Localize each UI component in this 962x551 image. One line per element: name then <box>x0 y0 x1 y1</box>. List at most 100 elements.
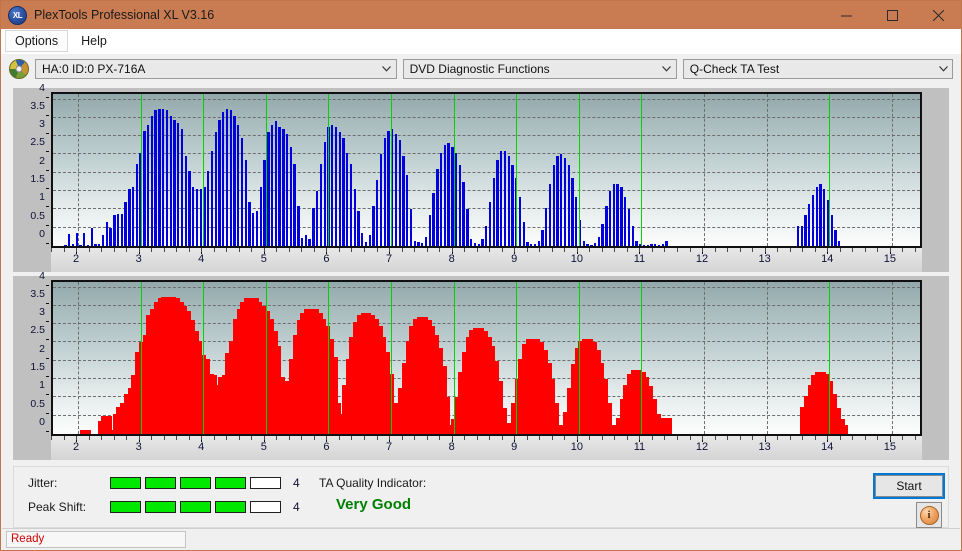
y-axis-tick <box>46 284 49 286</box>
chart-bar <box>316 191 319 246</box>
test-select-value: Q-Check TA Test <box>689 62 780 76</box>
chart-bar <box>462 181 465 246</box>
x-axis-minor-tick <box>676 248 678 252</box>
maximize-icon[interactable] <box>869 1 915 29</box>
x-axis-tick-label: 11 <box>633 441 646 453</box>
x-axis-minor-tick <box>752 248 754 252</box>
x-axis-tick-label: 7 <box>385 253 393 265</box>
chart-bar <box>90 227 93 246</box>
chart-bar <box>146 125 150 246</box>
x-axis-minor-tick <box>526 436 528 440</box>
y-axis-tick-label: 2.5 <box>30 136 45 149</box>
chart-bar <box>586 244 589 246</box>
chart-bar <box>804 214 807 246</box>
peak-shift-value: 4 <box>293 500 300 514</box>
y-axis-tick <box>46 96 49 98</box>
chart-bar <box>255 211 259 246</box>
drive-select[interactable]: HA:0 ID:0 PX-716A <box>35 59 397 79</box>
y-axis-tick-label: 2 <box>39 342 45 355</box>
chart-bar <box>808 203 811 246</box>
title-bar: XL PlexTools Professional XL V3.16 <box>1 1 961 29</box>
x-axis-minor-tick <box>651 436 653 440</box>
chart-bar <box>432 192 435 246</box>
jitter-chart-plot-wrap: 0 0.5 1 1.5 2 2.5 3 3.5 4 <box>13 82 949 248</box>
chart-bar <box>556 156 559 246</box>
sector-marker <box>641 282 643 434</box>
peak-shift-chart-panel: 0 0.5 1 1.5 2 2.5 3 3.5 4 2 3 4 5 6 7 8 9 10 11 12 13 14 15 <box>13 270 949 460</box>
x-axis-minor-tick <box>176 436 178 440</box>
x-axis-minor-tick <box>276 436 278 440</box>
chart-bar <box>75 233 78 246</box>
start-button[interactable]: Start <box>875 475 943 497</box>
status-text: Ready <box>11 533 45 545</box>
meter-segment <box>110 477 141 489</box>
sector-marker <box>453 282 455 434</box>
function-select[interactable]: DVD Diagnostic Functions <box>402 59 677 79</box>
chart-bar <box>650 244 653 246</box>
y-axis-tick-label: 2.5 <box>30 324 45 337</box>
x-axis-minor-tick <box>526 248 528 252</box>
sector-marker <box>578 282 580 434</box>
chart-bar <box>244 159 247 246</box>
peak-shift-chart-plot-wrap: 0 0.5 1 1.5 2 2.5 3 3.5 4 <box>13 270 949 436</box>
jitter-label: Jitter: <box>28 476 58 490</box>
gridline-vertical <box>78 94 80 246</box>
chart-bar <box>597 236 601 246</box>
toolbar: HA:0 ID:0 PX-716A DVD Diagnostic Functio… <box>1 54 961 84</box>
chart-bar <box>488 202 492 246</box>
x-axis-minor-tick <box>389 436 391 440</box>
function-select-value: DVD Diagnostic Functions <box>409 62 550 76</box>
sector-marker <box>641 94 643 246</box>
chart-bar <box>522 222 525 246</box>
x-axis-tick-label: 2 <box>72 253 80 265</box>
chart-bar <box>436 169 439 246</box>
x-axis-tick-label: 9 <box>511 441 518 453</box>
sector-marker <box>328 94 330 246</box>
menu-help[interactable]: Help <box>72 31 116 51</box>
x-axis-tick-label: 4 <box>198 441 205 453</box>
jitter-chart-panel: 0 0.5 1 1.5 2 2.5 3 3.5 4 2 3 4 5 6 7 8 9 10 11 12 13 14 15 <box>13 82 949 272</box>
chart-bar <box>548 183 552 246</box>
ta-quality-label: TA Quality Indicator: <box>319 476 427 490</box>
x-axis-tick-label: 12 <box>695 253 709 265</box>
chart-bar <box>372 205 375 246</box>
x-axis-minor-tick <box>88 436 90 440</box>
y-axis-tick <box>46 114 49 116</box>
chart-bar <box>623 196 627 246</box>
gridline-vertical <box>766 282 768 434</box>
x-axis-minor-tick <box>902 436 904 440</box>
window-controls <box>823 1 961 29</box>
menu-options[interactable]: Options <box>5 30 69 52</box>
meter-segment <box>180 477 211 489</box>
x-axis-minor-tick <box>351 436 353 440</box>
y-axis-tick-label: 0.5 <box>30 397 45 410</box>
chart-bar <box>225 108 229 246</box>
chart-bar <box>661 417 672 434</box>
y-axis-tick-label: 0 <box>39 228 45 240</box>
x-axis-minor-tick <box>852 248 854 252</box>
chart-bar <box>503 150 507 246</box>
chart-bar <box>158 108 161 246</box>
chart-bar <box>274 121 278 246</box>
chart-bar <box>150 115 154 246</box>
x-axis-tick-label: 14 <box>821 253 834 265</box>
chart-bar <box>383 137 386 246</box>
x-axis-tick-label: 9 <box>511 253 518 265</box>
x-axis-minor-tick <box>589 248 591 252</box>
minimize-icon[interactable] <box>823 1 869 29</box>
xl-app-icon: XL <box>8 5 27 25</box>
close-icon[interactable] <box>915 1 961 29</box>
x-axis-minor-tick <box>63 436 65 440</box>
x-axis-minor-tick <box>401 248 403 252</box>
y-axis-tick <box>46 357 49 359</box>
x-axis-minor-tick <box>338 436 340 440</box>
chart-bar <box>285 134 289 246</box>
test-select[interactable]: Q-Check TA Test <box>682 59 954 79</box>
info-button[interactable]: i <box>916 502 942 528</box>
sector-marker <box>140 282 142 434</box>
chart-bar <box>454 152 458 246</box>
chart-bar <box>631 225 634 246</box>
x-axis-minor-tick <box>126 248 128 252</box>
meter-segment <box>145 501 176 513</box>
chart-bar <box>240 137 244 246</box>
